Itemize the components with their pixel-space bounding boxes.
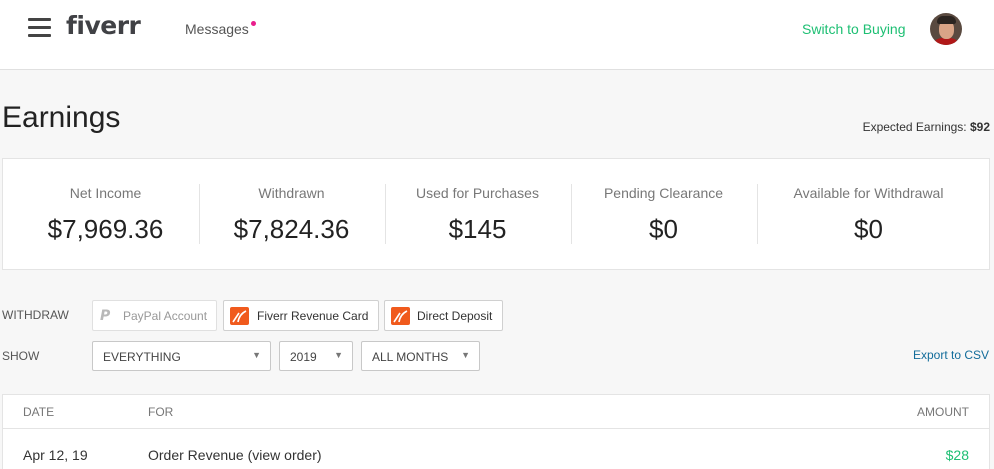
stat-net-income: Net Income $7,969.36 [12,159,199,269]
type-filter-value: EVERYTHING [103,350,181,364]
type-filter-select[interactable]: EVERYTHING ▼ [92,341,271,371]
stat-pending-clearance: Pending Clearance $0 [570,159,757,269]
row-amount: $28 [945,447,969,463]
stat-withdrawn: Withdrawn $7,824.36 [198,159,385,269]
stat-used-for-purchases: Used for Purchases $145 [384,159,571,269]
expected-earnings-value: $92 [969,120,990,134]
expected-earnings: Expected Earnings: $92 [863,120,990,134]
chevron-down-icon: ▼ [252,350,261,360]
switch-to-buying-link[interactable]: Switch to Buying [802,21,906,37]
divider [757,184,758,244]
year-filter-value: 2019 [290,350,317,364]
month-filter-select[interactable]: ALL MONTHS ▼ [361,341,480,371]
stat-value: $145 [448,214,507,244]
stat-label: Pending Clearance [603,185,724,201]
paypal-withdraw-button[interactable]: P PayPal Account [92,300,217,331]
row-for: Order Revenue [148,447,244,463]
row-date: Apr 12, 19 [23,447,88,463]
messages-link[interactable]: Messages [185,21,249,37]
fiverr-logo[interactable]: fiverr [66,11,141,40]
stat-label: Withdrawn [258,185,325,201]
chevron-down-icon: ▼ [334,350,343,360]
top-header: fiverr Messages Switch to Buying [0,0,994,70]
earnings-summary-card: Net Income $7,969.36 Withdrawn $7,824.36… [2,158,990,270]
fiverr-revenue-card-button[interactable]: Fiverr Revenue Card [223,300,379,331]
stat-label: Used for Purchases [416,185,539,201]
paypal-icon: P [100,308,111,324]
fiverr-card-button-label: Fiverr Revenue Card [257,309,369,323]
column-header-amount[interactable]: AMOUNT [917,405,969,419]
column-header-for: FOR [148,405,174,419]
unread-dot-icon [251,21,256,26]
direct-deposit-icon [391,307,410,325]
stat-value: $7,969.36 [47,214,164,244]
withdraw-label: WITHDRAW [2,308,69,322]
year-filter-select[interactable]: 2019 ▼ [279,341,353,371]
stat-value: $0 [854,214,883,244]
page-title: Earnings [2,101,121,134]
table-header: DATE FOR AMOUNT [3,395,989,429]
direct-deposit-button-label: Direct Deposit [417,309,493,323]
column-header-date[interactable]: DATE [23,405,54,419]
earnings-table: DATE FOR AMOUNT Apr 12, 19 Order Revenue… [2,394,990,469]
stat-label: Available for Withdrawal [793,185,944,201]
row-description: Order Revenue (view order) [148,447,322,463]
show-label: SHOW [2,349,40,363]
stat-value: $7,824.36 [233,214,350,244]
avatar[interactable] [930,13,962,45]
direct-deposit-button[interactable]: Direct Deposit [384,300,503,331]
menu-icon[interactable] [28,18,51,37]
stat-value: $0 [649,214,678,244]
stat-available-for-withdrawal: Available for Withdrawal $0 [775,159,962,269]
fiverr-card-icon [230,307,249,325]
expected-earnings-label: Expected Earnings: [862,120,967,134]
stat-label: Net Income [69,185,142,201]
chevron-down-icon: ▼ [461,350,470,360]
paypal-button-label: PayPal Account [123,309,208,323]
month-filter-value: ALL MONTHS [372,350,449,364]
view-order-link[interactable]: (view order) [248,447,322,463]
export-csv-link[interactable]: Export to CSV [913,348,989,362]
